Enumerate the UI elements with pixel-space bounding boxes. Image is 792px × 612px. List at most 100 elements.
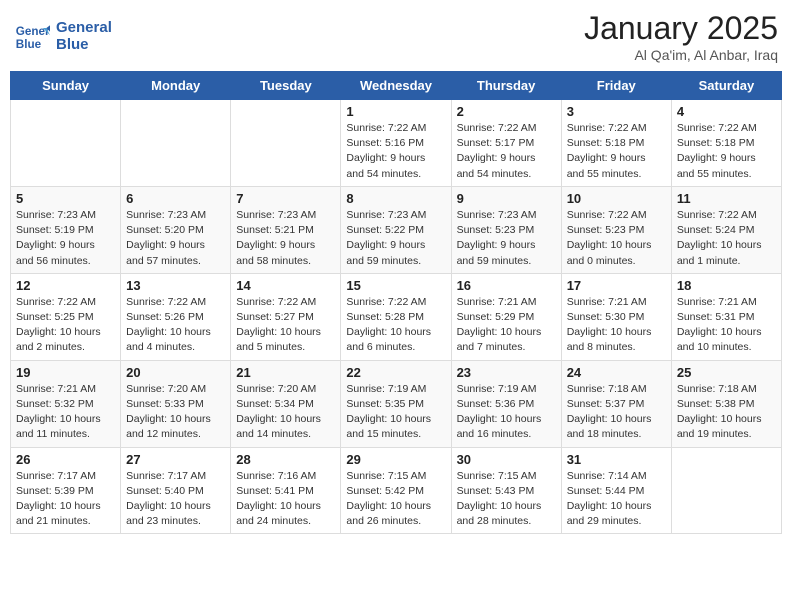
calendar-day-cell: 15 Sunrise: 7:22 AMSunset: 5:28 PMDaylig… bbox=[341, 273, 451, 360]
logo-text-line1: General bbox=[56, 20, 112, 37]
day-info: Sunrise: 7:22 AMSunset: 5:27 PMDaylight:… bbox=[236, 295, 335, 356]
day-number: 16 bbox=[457, 278, 556, 293]
calendar-day-cell bbox=[231, 100, 341, 187]
calendar-day-cell: 3 Sunrise: 7:22 AMSunset: 5:18 PMDayligh… bbox=[561, 100, 671, 187]
day-number: 30 bbox=[457, 452, 556, 467]
day-info: Sunrise: 7:16 AMSunset: 5:41 PMDaylight:… bbox=[236, 469, 335, 530]
day-number: 5 bbox=[16, 191, 115, 206]
day-info: Sunrise: 7:19 AMSunset: 5:35 PMDaylight:… bbox=[346, 382, 445, 443]
day-info: Sunrise: 7:19 AMSunset: 5:36 PMDaylight:… bbox=[457, 382, 556, 443]
day-number: 11 bbox=[677, 191, 776, 206]
day-info: Sunrise: 7:23 AMSunset: 5:20 PMDaylight:… bbox=[126, 208, 225, 269]
weekday-header: Friday bbox=[561, 72, 671, 100]
calendar-day-cell: 5 Sunrise: 7:23 AMSunset: 5:19 PMDayligh… bbox=[11, 186, 121, 273]
day-number: 28 bbox=[236, 452, 335, 467]
weekday-header: Monday bbox=[121, 72, 231, 100]
day-number: 27 bbox=[126, 452, 225, 467]
calendar-day-cell: 12 Sunrise: 7:22 AMSunset: 5:25 PMDaylig… bbox=[11, 273, 121, 360]
calendar-day-cell: 10 Sunrise: 7:22 AMSunset: 5:23 PMDaylig… bbox=[561, 186, 671, 273]
svg-text:General: General bbox=[16, 25, 50, 38]
calendar-day-cell: 4 Sunrise: 7:22 AMSunset: 5:18 PMDayligh… bbox=[671, 100, 781, 187]
logo-icon: General Blue bbox=[14, 19, 50, 55]
day-number: 4 bbox=[677, 104, 776, 119]
calendar-day-cell: 17 Sunrise: 7:21 AMSunset: 5:30 PMDaylig… bbox=[561, 273, 671, 360]
weekday-header-row: SundayMondayTuesdayWednesdayThursdayFrid… bbox=[11, 72, 782, 100]
month-title: January 2025 bbox=[584, 10, 778, 47]
calendar-day-cell: 11 Sunrise: 7:22 AMSunset: 5:24 PMDaylig… bbox=[671, 186, 781, 273]
calendar-day-cell: 6 Sunrise: 7:23 AMSunset: 5:20 PMDayligh… bbox=[121, 186, 231, 273]
day-number: 21 bbox=[236, 365, 335, 380]
calendar-day-cell: 7 Sunrise: 7:23 AMSunset: 5:21 PMDayligh… bbox=[231, 186, 341, 273]
location: Al Qa'im, Al Anbar, Iraq bbox=[584, 47, 778, 63]
day-number: 19 bbox=[16, 365, 115, 380]
title-block: January 2025 Al Qa'im, Al Anbar, Iraq bbox=[584, 10, 778, 63]
calendar-day-cell: 22 Sunrise: 7:19 AMSunset: 5:35 PMDaylig… bbox=[341, 360, 451, 447]
day-info: Sunrise: 7:21 AMSunset: 5:30 PMDaylight:… bbox=[567, 295, 666, 356]
day-info: Sunrise: 7:22 AMSunset: 5:24 PMDaylight:… bbox=[677, 208, 776, 269]
day-number: 31 bbox=[567, 452, 666, 467]
calendar-day-cell: 25 Sunrise: 7:18 AMSunset: 5:38 PMDaylig… bbox=[671, 360, 781, 447]
day-info: Sunrise: 7:22 AMSunset: 5:25 PMDaylight:… bbox=[16, 295, 115, 356]
day-info: Sunrise: 7:22 AMSunset: 5:17 PMDaylight:… bbox=[457, 121, 556, 182]
day-info: Sunrise: 7:23 AMSunset: 5:19 PMDaylight:… bbox=[16, 208, 115, 269]
day-info: Sunrise: 7:18 AMSunset: 5:37 PMDaylight:… bbox=[567, 382, 666, 443]
day-number: 7 bbox=[236, 191, 335, 206]
logo: General Blue General Blue bbox=[14, 19, 112, 55]
weekday-header: Thursday bbox=[451, 72, 561, 100]
calendar-day-cell: 8 Sunrise: 7:23 AMSunset: 5:22 PMDayligh… bbox=[341, 186, 451, 273]
day-number: 12 bbox=[16, 278, 115, 293]
day-info: Sunrise: 7:21 AMSunset: 5:31 PMDaylight:… bbox=[677, 295, 776, 356]
calendar-day-cell: 18 Sunrise: 7:21 AMSunset: 5:31 PMDaylig… bbox=[671, 273, 781, 360]
day-number: 29 bbox=[346, 452, 445, 467]
day-info: Sunrise: 7:17 AMSunset: 5:39 PMDaylight:… bbox=[16, 469, 115, 530]
calendar-day-cell: 27 Sunrise: 7:17 AMSunset: 5:40 PMDaylig… bbox=[121, 447, 231, 534]
day-info: Sunrise: 7:21 AMSunset: 5:32 PMDaylight:… bbox=[16, 382, 115, 443]
day-number: 20 bbox=[126, 365, 225, 380]
weekday-header: Tuesday bbox=[231, 72, 341, 100]
calendar-week-row: 1 Sunrise: 7:22 AMSunset: 5:16 PMDayligh… bbox=[11, 100, 782, 187]
day-info: Sunrise: 7:23 AMSunset: 5:22 PMDaylight:… bbox=[346, 208, 445, 269]
day-info: Sunrise: 7:14 AMSunset: 5:44 PMDaylight:… bbox=[567, 469, 666, 530]
calendar-day-cell: 16 Sunrise: 7:21 AMSunset: 5:29 PMDaylig… bbox=[451, 273, 561, 360]
day-info: Sunrise: 7:20 AMSunset: 5:34 PMDaylight:… bbox=[236, 382, 335, 443]
day-number: 15 bbox=[346, 278, 445, 293]
calendar-day-cell: 13 Sunrise: 7:22 AMSunset: 5:26 PMDaylig… bbox=[121, 273, 231, 360]
day-number: 2 bbox=[457, 104, 556, 119]
calendar-week-row: 5 Sunrise: 7:23 AMSunset: 5:19 PMDayligh… bbox=[11, 186, 782, 273]
day-number: 14 bbox=[236, 278, 335, 293]
day-info: Sunrise: 7:22 AMSunset: 5:28 PMDaylight:… bbox=[346, 295, 445, 356]
calendar-week-row: 26 Sunrise: 7:17 AMSunset: 5:39 PMDaylig… bbox=[11, 447, 782, 534]
day-info: Sunrise: 7:22 AMSunset: 5:18 PMDaylight:… bbox=[677, 121, 776, 182]
calendar-day-cell bbox=[121, 100, 231, 187]
day-info: Sunrise: 7:18 AMSunset: 5:38 PMDaylight:… bbox=[677, 382, 776, 443]
calendar-day-cell: 14 Sunrise: 7:22 AMSunset: 5:27 PMDaylig… bbox=[231, 273, 341, 360]
calendar-day-cell: 30 Sunrise: 7:15 AMSunset: 5:43 PMDaylig… bbox=[451, 447, 561, 534]
logo-text-line2: Blue bbox=[56, 37, 112, 54]
day-number: 8 bbox=[346, 191, 445, 206]
day-info: Sunrise: 7:22 AMSunset: 5:23 PMDaylight:… bbox=[567, 208, 666, 269]
weekday-header: Wednesday bbox=[341, 72, 451, 100]
calendar-day-cell: 20 Sunrise: 7:20 AMSunset: 5:33 PMDaylig… bbox=[121, 360, 231, 447]
day-info: Sunrise: 7:22 AMSunset: 5:26 PMDaylight:… bbox=[126, 295, 225, 356]
day-info: Sunrise: 7:22 AMSunset: 5:16 PMDaylight:… bbox=[346, 121, 445, 182]
calendar-day-cell: 9 Sunrise: 7:23 AMSunset: 5:23 PMDayligh… bbox=[451, 186, 561, 273]
page-header: General Blue General Blue January 2025 A… bbox=[10, 10, 782, 63]
calendar-table: SundayMondayTuesdayWednesdayThursdayFrid… bbox=[10, 71, 782, 534]
calendar-day-cell: 21 Sunrise: 7:20 AMSunset: 5:34 PMDaylig… bbox=[231, 360, 341, 447]
day-info: Sunrise: 7:21 AMSunset: 5:29 PMDaylight:… bbox=[457, 295, 556, 356]
day-number: 9 bbox=[457, 191, 556, 206]
day-number: 18 bbox=[677, 278, 776, 293]
calendar-day-cell: 24 Sunrise: 7:18 AMSunset: 5:37 PMDaylig… bbox=[561, 360, 671, 447]
weekday-header: Sunday bbox=[11, 72, 121, 100]
svg-text:Blue: Blue bbox=[16, 37, 42, 50]
day-number: 24 bbox=[567, 365, 666, 380]
day-number: 25 bbox=[677, 365, 776, 380]
weekday-header: Saturday bbox=[671, 72, 781, 100]
calendar-day-cell bbox=[11, 100, 121, 187]
calendar-day-cell: 1 Sunrise: 7:22 AMSunset: 5:16 PMDayligh… bbox=[341, 100, 451, 187]
day-number: 17 bbox=[567, 278, 666, 293]
day-number: 10 bbox=[567, 191, 666, 206]
day-number: 26 bbox=[16, 452, 115, 467]
day-number: 23 bbox=[457, 365, 556, 380]
calendar-day-cell bbox=[671, 447, 781, 534]
